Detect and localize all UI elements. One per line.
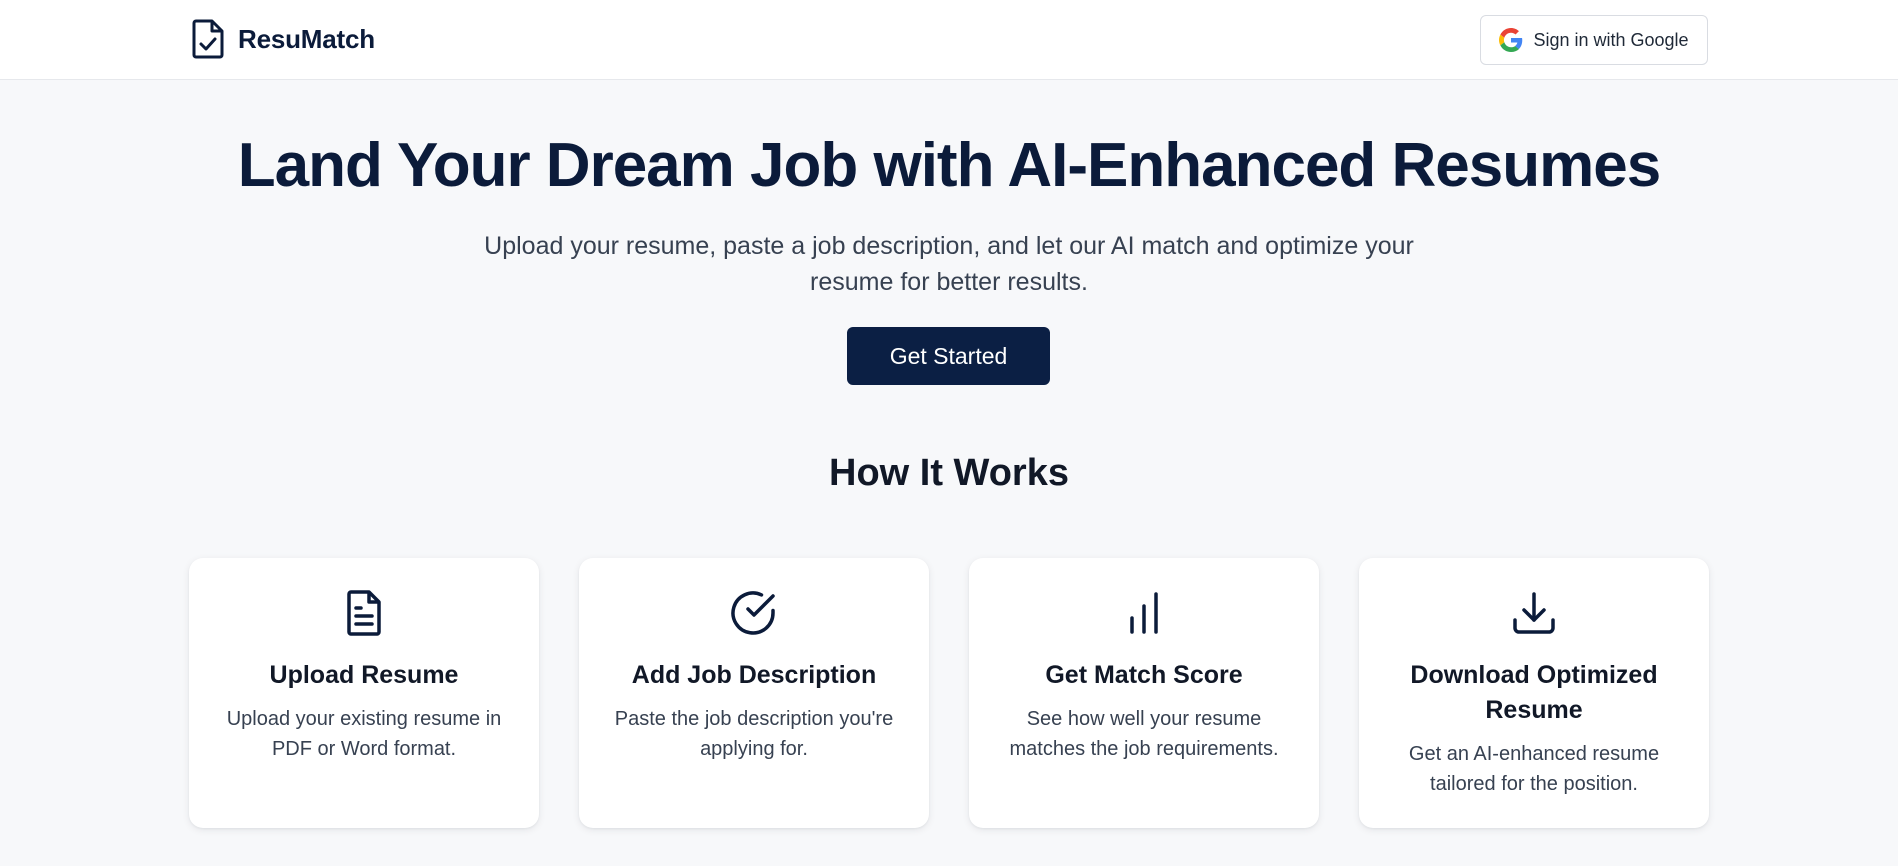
step-card-upload-resume: Upload Resume Upload your existing resum… [189,558,539,828]
bar-chart-icon [1130,592,1158,634]
sign-in-label: Sign in with Google [1533,29,1689,50]
sign-in-with-google-button[interactable]: Sign in with Google [1480,15,1708,65]
how-it-works-title: How It Works [829,452,1069,494]
google-icon [1499,28,1523,52]
step-description: See how well your resume matches the job… [1009,708,1279,760]
document-check-icon [192,19,224,59]
step-description: Upload your existing resume in PDF or Wo… [226,708,502,760]
check-circle-icon [731,591,775,635]
step-title: Upload Resume [269,661,459,689]
step-title: Download Optimized Resume [1410,661,1658,724]
step-card-download-optimized-resume: Download Optimized Resume Get an AI-enha… [1359,558,1709,828]
step-description: Paste the job description you're applyin… [614,708,894,760]
get-started-button[interactable]: Get Started [847,327,1050,385]
step-card-get-match-score: Get Match Score See how well your resume… [969,558,1319,828]
hero-title: Land Your Dream Job with AI-Enhanced Res… [237,131,1661,200]
step-title: Add Job Description [631,661,877,689]
step-description: Get an AI-enhanced resume tailored for t… [1408,743,1660,795]
step-title: Get Match Score [1045,661,1243,689]
hero-subtitle: Upload your resume, paste a job descript… [484,232,1414,296]
top-navbar: ResuMatch Sign in with Google [0,0,1898,80]
step-card-add-job-description: Add Job Description Paste the job descri… [579,558,929,828]
document-icon [347,590,381,636]
brand-name: ResuMatch [238,23,375,54]
download-icon [1513,592,1555,634]
brand-logo[interactable]: ResuMatch [190,18,375,60]
